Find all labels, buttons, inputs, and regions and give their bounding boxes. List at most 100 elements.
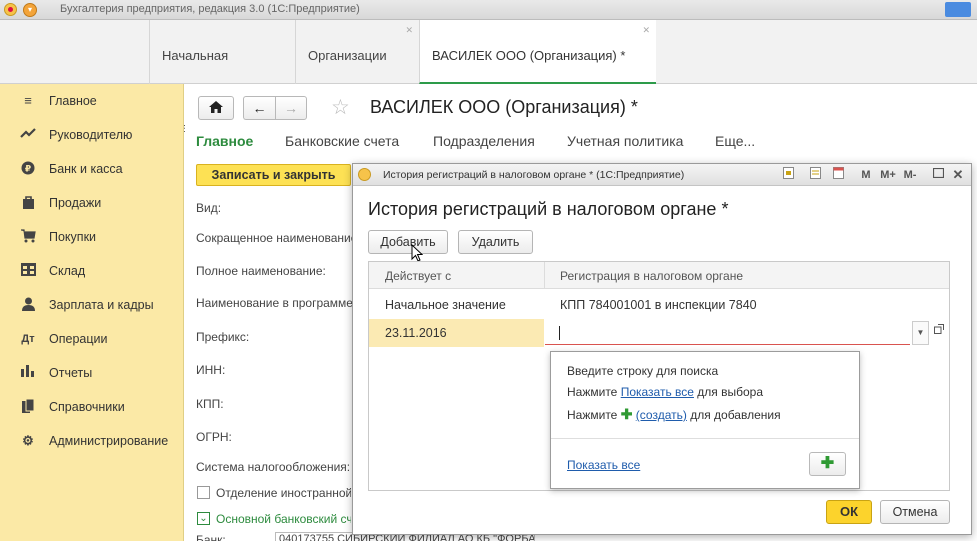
sections-sidebar: ≡ Главное Руководителю ₽ Банк и касса Пр… xyxy=(0,84,184,541)
main-menu-button[interactable]: ▾ xyxy=(23,3,37,17)
popup-divider xyxy=(551,438,859,439)
delete-button[interactable]: Удалить xyxy=(458,230,533,254)
tab-organizations[interactable]: Организации ✕ xyxy=(295,20,419,84)
sidebar-item-sales[interactable]: Продажи xyxy=(0,186,184,220)
hint-text: Нажмите xyxy=(567,408,621,422)
popup-hint-search: Введите строку для поиска xyxy=(567,364,719,378)
close-icon[interactable]: ✕ xyxy=(405,0,413,66)
popup-hint-create: Нажмите ✚ (создать) для добавления xyxy=(567,406,781,423)
sidebar-item-label: Руководителю xyxy=(49,128,133,142)
chevron-down-icon[interactable]: ▼ xyxy=(912,321,929,345)
plus-icon: ✚ xyxy=(620,406,633,422)
window-title: Бухгалтерия предприятия, редакция 3.0 (1… xyxy=(60,3,360,15)
field-label-kind: Вид: xyxy=(196,201,222,215)
dialog-titlebar: История регистраций в налоговом органе *… xyxy=(353,164,971,186)
back-button[interactable]: ← xyxy=(243,96,275,120)
tab-vasilek[interactable]: ВАСИЛЕК ООО (Организация) * ✕ xyxy=(419,20,656,84)
search-dropdown-popup: Введите строку для поиска Нажмите Показа… xyxy=(550,351,860,489)
foreign-division-checkbox[interactable] xyxy=(197,486,210,499)
cell-registration: КПП 784001001 в инспекции 7840 xyxy=(560,298,757,312)
sidebar-item-manager[interactable]: Руководителю xyxy=(0,118,184,152)
1c-logo-icon xyxy=(4,3,17,16)
arrow-left-icon: ← xyxy=(252,100,267,116)
tab-label: Организации xyxy=(308,48,387,63)
tab-more[interactable]: Еще... xyxy=(715,133,755,149)
ok-button[interactable]: ОК xyxy=(826,500,872,524)
chevron-down-icon[interactable]: ⌄ xyxy=(197,512,210,525)
favorite-star-icon[interactable]: ☆ xyxy=(331,95,350,120)
document-icon[interactable] xyxy=(808,167,822,183)
cancel-button[interactable]: Отмена xyxy=(880,500,950,524)
sidebar-item-warehouse[interactable]: Склад xyxy=(0,254,184,288)
home-button[interactable] xyxy=(198,96,234,120)
sidebar-item-admin[interactable]: ⚙ Администрирование xyxy=(0,424,184,458)
open-form-icon[interactable] xyxy=(931,321,947,345)
close-icon[interactable]: ✕ xyxy=(951,167,965,183)
create-button[interactable]: ✚ xyxy=(809,452,846,476)
app-titlebar: ▾ Бухгалтерия предприятия, редакция 3.0 … xyxy=(0,0,977,20)
sidebar-item-purchases[interactable]: Покупки xyxy=(0,220,184,254)
show-all-link[interactable]: Показать все xyxy=(567,458,640,472)
sidebar-item-reports[interactable]: Отчеты xyxy=(0,356,184,390)
sidebar-item-operations[interactable]: Дт Операции xyxy=(0,322,184,356)
show-all-link[interactable]: Показать все xyxy=(621,385,694,399)
popup-hint-show-all: Нажмите Показать все для выбора xyxy=(567,385,763,399)
column-header-registration[interactable]: Регистрация в налоговом органе xyxy=(560,269,743,283)
dialog-heading: История регистраций в налоговом органе * xyxy=(368,199,729,219)
calendar-icon[interactable] xyxy=(831,167,845,183)
maximize-icon[interactable] xyxy=(931,167,945,183)
field-label-prefix: Префикс: xyxy=(196,330,250,344)
sidebar-item-main[interactable]: ≡ Главное xyxy=(0,84,184,118)
arrow-right-icon: → xyxy=(284,100,298,116)
forward-button[interactable]: → xyxy=(275,96,307,120)
cell-valid-from: Начальное значение xyxy=(385,298,506,312)
bank-label: Банк: xyxy=(196,533,226,541)
sidebar-item-label: Склад xyxy=(49,264,86,278)
field-label-inn: ИНН: xyxy=(196,363,226,377)
person-icon xyxy=(20,297,36,315)
bar-chart-icon xyxy=(20,365,36,381)
sidebar-item-bank[interactable]: ₽ Банк и касса xyxy=(0,152,184,186)
create-link[interactable]: (создать) xyxy=(636,408,687,422)
tab-bank-accounts[interactable]: Банковские счета xyxy=(285,133,399,149)
bag-icon xyxy=(20,195,36,213)
tab-label: ВАСИЛЕК ООО (Организация) * xyxy=(432,48,626,63)
tab-home[interactable]: Начальная страница xyxy=(149,20,295,135)
close-icon[interactable]: ✕ xyxy=(642,0,650,66)
memory-minus-button[interactable]: M- xyxy=(901,167,919,183)
link-icon[interactable] xyxy=(781,167,795,183)
memory-m-button[interactable]: M xyxy=(859,167,873,183)
sidebar-item-label: Справочники xyxy=(49,400,125,414)
sidebar-item-label: Банк и касса xyxy=(49,162,123,176)
tab-accounting-policy[interactable]: Учетная политика xyxy=(567,133,683,149)
add-button[interactable]: Добавить xyxy=(368,230,448,254)
foreign-division-label: Отделение иностранной организации xyxy=(216,486,351,500)
sidebar-item-label: Зарплата и кадры xyxy=(49,298,154,312)
1c-logo-icon xyxy=(358,168,371,181)
cell-valid-from: 23.11.2016 xyxy=(385,326,447,340)
memory-plus-button[interactable]: M+ xyxy=(878,167,898,183)
sidebar-item-label: Главное xyxy=(49,94,97,108)
plus-icon: ✚ xyxy=(820,455,835,472)
books-icon xyxy=(20,398,36,417)
sidebar-item-references[interactable]: Справочники xyxy=(0,390,184,424)
registration-input[interactable] xyxy=(545,321,910,345)
sidebar-item-label: Отчеты xyxy=(49,366,93,380)
sidebar-item-salary[interactable]: Зарплата и кадры xyxy=(0,288,184,322)
table-row-selected[interactable]: 23.11.2016 ▼ xyxy=(369,319,949,347)
tab-main[interactable]: Главное xyxy=(196,133,253,149)
main-bank-account-group[interactable]: Основной банковский счет xyxy=(216,512,351,526)
menu-icon: ≡ xyxy=(24,93,32,108)
sidebar-item-label: Администрирование xyxy=(49,434,169,448)
save-and-close-button[interactable]: Записать и закрыть xyxy=(196,164,351,186)
sidebar-item-label: Продажи xyxy=(49,196,102,210)
hint-text: для выбора xyxy=(693,385,764,399)
table-row[interactable]: Начальное значение КПП 784001001 в инспе… xyxy=(369,291,949,319)
tab-divisions[interactable]: Подразделения xyxy=(433,133,535,149)
dialog-window-title: История регистраций в налоговом органе *… xyxy=(383,169,685,181)
field-label-ogrn: ОГРН: xyxy=(196,430,232,444)
field-label-short-name: Сокращенное наименование: xyxy=(196,231,354,245)
column-header-valid-from[interactable]: Действует с xyxy=(385,269,451,283)
cart-icon xyxy=(20,229,36,247)
window-close-button[interactable] xyxy=(945,2,971,17)
